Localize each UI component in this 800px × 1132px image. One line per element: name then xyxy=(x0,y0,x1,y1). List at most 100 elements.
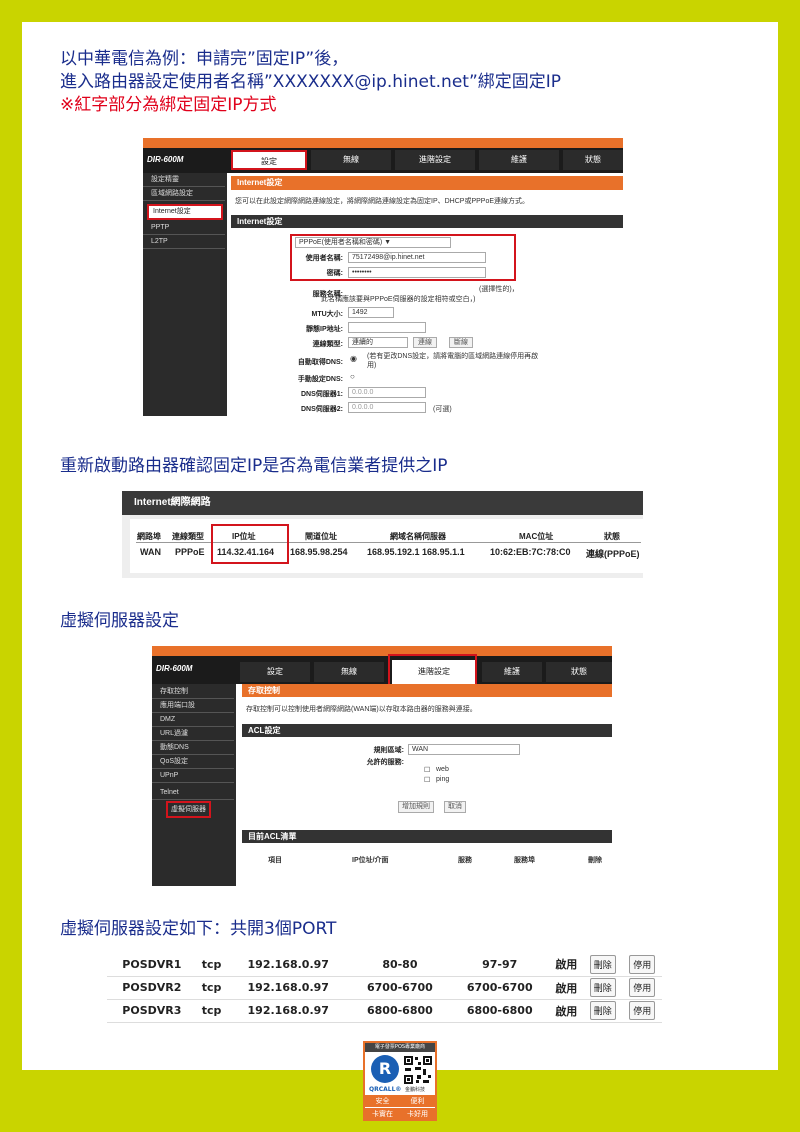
tab-maintenance[interactable]: 維護 xyxy=(482,662,542,682)
enabled-status: 啟用 xyxy=(549,999,583,1023)
connection-type-select[interactable]: 連續的 xyxy=(348,337,408,348)
dns-manual-label: 手動設定DNS: xyxy=(297,376,343,383)
sidebar-item-wizard[interactable]: 設定精靈 xyxy=(143,174,225,187)
enabled-status: 啟用 xyxy=(549,953,583,977)
sidebar-item-lan[interactable]: 區域網路設定 xyxy=(143,188,225,201)
public-port: 80-80 xyxy=(350,953,450,977)
sidebar-item-l2tp[interactable]: L2TP xyxy=(143,236,225,249)
orange-top-strip xyxy=(143,138,623,148)
allowed-services-label: 允許的服務: xyxy=(366,759,404,766)
highlight-box-advanced-tab xyxy=(388,654,477,687)
badge-slogan-2b: 卡好用 xyxy=(407,1110,428,1118)
rule-zone-label: 規則區域: xyxy=(373,747,404,754)
intro-line-1: 以中華電信為例：申請完”固定IP”後， xyxy=(60,49,349,69)
cell-status: 連線(PPPoE) xyxy=(586,549,640,559)
sidebar-item-url-filter[interactable]: URL過濾 xyxy=(152,727,234,741)
sidebar-item-telnet[interactable]: Telnet xyxy=(152,786,234,800)
col-dns: 網域名稱伺服器 xyxy=(390,532,446,541)
sidebar-item-pptp[interactable]: PPTP xyxy=(143,222,225,235)
sidebar-item-ddns[interactable]: 動態DNS xyxy=(152,741,234,755)
mtu-field[interactable]: 1492 xyxy=(348,307,394,318)
virtual-server-table: POSDVR1 tcp 192.168.0.97 80-80 97-97 啟用 … xyxy=(107,953,662,1023)
sidebar-item-dmz[interactable]: DMZ xyxy=(152,713,234,727)
tab-advanced[interactable]: 進階設定 xyxy=(395,150,475,170)
connect-button[interactable]: 連線 xyxy=(413,337,437,348)
section-heading-verify-ip: 重新啟動路由器確認固定IP是否為電信業者提供之IP xyxy=(60,456,448,476)
cell-dns: 168.95.192.1 168.95.1.1 xyxy=(367,547,465,557)
section-description: 您可以在此設定網際網路連線設定，將網際網路連線設定為固定IP、DHCP或PPPo… xyxy=(235,198,530,205)
cell-port: WAN xyxy=(140,547,161,557)
password-label: 密碼: xyxy=(326,270,343,277)
highlight-box-ip xyxy=(211,524,289,564)
tab-wireless[interactable]: 無線 xyxy=(311,150,391,170)
delete-cell: 刪除 xyxy=(583,976,623,1000)
private-port: 6700-6700 xyxy=(449,976,550,1000)
badge-slogan-1a: 安全 xyxy=(375,1097,390,1105)
dns-manual-radio[interactable]: ○ xyxy=(350,372,355,381)
delete-button[interactable]: 刪除 xyxy=(589,1001,616,1020)
ping-checkbox-label: ping xyxy=(436,776,450,783)
sidebar-item-port-forward[interactable]: 應用端口設 xyxy=(152,699,234,713)
service-name-note: (選擇性的)， xyxy=(479,286,519,293)
badge-slogan-1b: 便利 xyxy=(410,1097,425,1105)
dns-auto-radio[interactable]: ◉ xyxy=(350,354,357,363)
tab-status[interactable]: 狀態 xyxy=(563,150,623,170)
web-checkbox[interactable]: ☐ xyxy=(424,766,430,774)
disconnect-button[interactable]: 斷線 xyxy=(449,337,473,348)
section-header-internet-settings: Internet設定 xyxy=(231,215,623,228)
router-internet-settings-screenshot: DIR-600M 設定 無線 進階設定 維護 狀態 設定精靈 區域網路設定 In… xyxy=(143,138,623,416)
ip-address: 192.168.0.97 xyxy=(226,976,350,1000)
wan-type-select[interactable]: PPPoE(使用者名稱和密碼) ▼ xyxy=(295,237,451,248)
access-control-description: 存取控制可以控制使用者網際網路(WAN端)以存取本路由器的服務與連接。 xyxy=(246,706,477,713)
router-logo: DIR-600M xyxy=(147,155,184,164)
private-port: 97-97 xyxy=(449,953,550,977)
badge-slogan-1: 安全 便利 xyxy=(365,1095,435,1107)
col-service: 服務 xyxy=(458,857,472,864)
web-checkbox-label: web xyxy=(436,766,449,773)
sidebar-item-access-control[interactable]: 存取控制 xyxy=(152,685,234,699)
cancel-button[interactable]: 取消 xyxy=(444,801,466,813)
tab-status[interactable]: 狀態 xyxy=(546,662,612,682)
brand-badge: 電子發票POS專業廠商 R QRCALL® 金鵬科技 安全 便利 卡實在 卡好用 xyxy=(363,1041,437,1121)
tab-maintenance[interactable]: 維護 xyxy=(479,150,559,170)
public-port: 6700-6700 xyxy=(350,976,450,1000)
table-row: POSDVR1 tcp 192.168.0.97 80-80 97-97 啟用 … xyxy=(107,953,662,977)
tab-setup[interactable]: 設定 xyxy=(240,662,310,682)
delete-cell: 刪除 xyxy=(583,953,623,977)
section-header-access-control: 存取控制 xyxy=(242,684,612,697)
rule-name: POSDVR1 xyxy=(107,953,197,977)
sidebar-item-virtual-server[interactable]: 虛擬伺服器 xyxy=(166,801,211,818)
static-ip-label: 靜態IP地址: xyxy=(306,326,343,333)
username-field[interactable]: 75172498@ip.hinet.net xyxy=(348,252,486,263)
rule-zone-select[interactable]: WAN xyxy=(408,744,520,755)
ip-address: 192.168.0.97 xyxy=(226,953,350,977)
delete-button[interactable]: 刪除 xyxy=(589,954,616,974)
router-status-screenshot: Internet網際網路 網路埠 連線類型 IP位址 閘道位址 網域名稱伺服器 … xyxy=(122,491,643,578)
disable-cell: 停用 xyxy=(622,953,662,977)
sidebar-item-internet[interactable]: Internet設定 xyxy=(147,204,223,220)
section-heading-ports: 虛擬伺服器設定如下：共開3個PORT xyxy=(60,919,337,939)
dns1-field[interactable]: 0.0.0.0 xyxy=(348,387,426,398)
badge-sub: 金鵬科技 xyxy=(405,1087,426,1093)
tab-wireless[interactable]: 無線 xyxy=(314,662,384,682)
static-ip-field[interactable] xyxy=(348,322,426,333)
disable-button[interactable]: 停用 xyxy=(629,978,656,997)
add-rule-button[interactable]: 增加規則 xyxy=(398,801,434,813)
col-port: 網路埠 xyxy=(137,532,161,541)
cell-gateway: 168.95.98.254 xyxy=(290,547,348,557)
section-header-acl-list: 目前ACL清單 xyxy=(242,830,612,843)
ping-checkbox[interactable]: ☐ xyxy=(424,776,430,784)
tab-setup[interactable]: 設定 xyxy=(231,150,307,170)
disable-button[interactable]: 停用 xyxy=(629,954,656,974)
dns2-field[interactable]: 0.0.0.0 xyxy=(348,402,426,413)
disable-button[interactable]: 停用 xyxy=(629,1001,656,1020)
qr-code-icon xyxy=(403,1055,433,1085)
sidebar-item-upnp[interactable]: UPnP xyxy=(152,769,234,783)
table-row: POSDVR3 tcp 192.168.0.97 6800-6800 6800-… xyxy=(107,999,662,1023)
sidebar-item-qos[interactable]: QoS設定 xyxy=(152,755,234,769)
delete-button[interactable]: 刪除 xyxy=(589,978,616,997)
username-label: 使用者名稱: xyxy=(305,255,343,262)
password-field[interactable]: •••••••• xyxy=(348,267,486,278)
col-service-port: 服務埠 xyxy=(514,857,535,864)
badge-brand: QRCALL® xyxy=(369,1086,402,1093)
